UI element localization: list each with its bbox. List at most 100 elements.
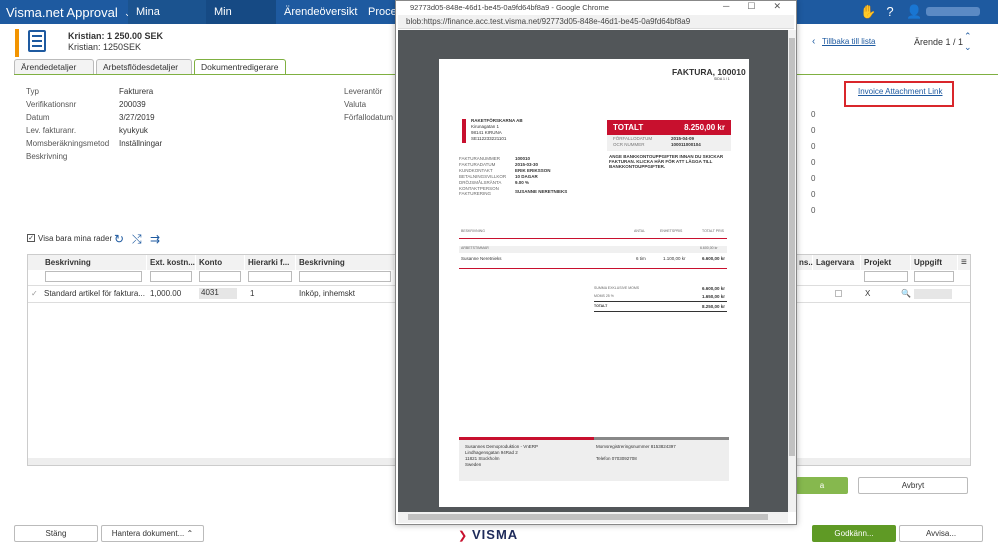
tab-arendedetaljer[interactable]: Ärendedetaljer xyxy=(14,59,94,75)
cell-lagervara-checkbox[interactable] xyxy=(835,290,842,297)
field-label-forfallodatum: Förfallodatum xyxy=(344,113,393,122)
close-button[interactable]: Stäng xyxy=(14,525,98,542)
filter-input-konto[interactable] xyxy=(199,271,241,282)
col-header-qty: ANTAL xyxy=(634,229,646,233)
maximize-icon[interactable]: ☐ xyxy=(747,1,755,11)
column-header-hierarki[interactable]: Hierarki f... xyxy=(245,255,295,270)
column-header-uppgift[interactable]: Uppgift xyxy=(911,255,957,270)
sum-rule xyxy=(594,311,727,312)
window-controls: ─ ☐ ✕ xyxy=(713,1,793,15)
filter-input-projekt[interactable] xyxy=(864,271,908,282)
truncated-value: 0 xyxy=(811,190,816,199)
filter-input-hierarki[interactable] xyxy=(248,271,292,282)
invoice-total-box: TOTALT 8.250,00 kr xyxy=(607,120,731,135)
cell-projekt[interactable]: X xyxy=(865,289,870,298)
cell-hierarki[interactable]: 1 xyxy=(250,289,254,298)
cell-beskrivning[interactable]: Standard artikel för faktura... xyxy=(44,289,145,298)
back-arrow-icon[interactable]: ‹ xyxy=(812,36,815,47)
pdf-horizontal-scroll-thumb[interactable] xyxy=(408,514,768,520)
cell-konto[interactable]: 4031 xyxy=(199,288,237,299)
field-label-leverantor: Leverantör xyxy=(344,87,383,96)
user-name-redacted[interactable] xyxy=(926,7,980,16)
hand-icon[interactable]: ✋ xyxy=(860,4,876,20)
column-header-konto[interactable]: Konto xyxy=(196,255,244,270)
document-icon xyxy=(28,30,46,52)
cell-beskrivning-2[interactable]: Inköp, inhemskt xyxy=(299,289,355,298)
show-my-rows-checkbox[interactable]: ✓ xyxy=(27,234,35,242)
truncated-value: 0 xyxy=(811,158,816,167)
total-label: TOTALT xyxy=(613,123,644,132)
truncated-value: 0 xyxy=(811,206,816,215)
footer-vat-number: Momsregistreringsnummer 8153824397 xyxy=(596,444,676,449)
bank-notice: ANGE BANKKONTOUPPGIFTER INNAN DU SKICKAR… xyxy=(609,154,724,169)
column-header-ext-kostnad[interactable]: Ext. kostn... xyxy=(147,255,195,270)
truncated-value: 0 xyxy=(811,142,816,151)
nav-tab-arendeoversikt[interactable]: Ärendeöversikt xyxy=(276,0,360,24)
field-value-datum: 3/27/2019 xyxy=(119,113,155,122)
truncated-value: 0 xyxy=(811,110,816,119)
status-accent-bar xyxy=(15,29,19,57)
app-title[interactable]: Visma.net Approval xyxy=(6,5,118,20)
refresh-icon[interactable]: ↻ xyxy=(114,232,124,246)
tab-dokumentredigerare[interactable]: Dokumentredigerare xyxy=(194,59,286,75)
sum-rule xyxy=(594,301,727,302)
footer-red-bar xyxy=(459,437,594,440)
manage-documents-button[interactable]: Hantera dokument... ⌃ xyxy=(101,525,204,542)
cell-ext-kostnad[interactable]: 1,000.00 xyxy=(150,289,181,298)
invoice-page-number: SIDA 1 / 1 xyxy=(714,77,730,81)
tab-arbetsflodesdetaljer[interactable]: Arbetsflödesdetaljer xyxy=(96,59,192,75)
cancel-button[interactable]: Avbryt xyxy=(858,477,968,494)
line-total: 6.600,00 kr xyxy=(702,256,726,261)
user-icon[interactable]: 👤 xyxy=(906,4,922,20)
column-header-beskrivning[interactable]: Beskrivning xyxy=(42,255,146,270)
select-all-column[interactable] xyxy=(28,255,42,270)
column-header-truncated[interactable]: ns... xyxy=(796,255,815,270)
pdf-vertical-scroll-thumb[interactable] xyxy=(789,38,795,456)
sender-vat: SE112233221101 xyxy=(471,136,507,141)
line-qty: 6 tim xyxy=(636,256,646,261)
show-my-rows-label: Visa bara mina rader xyxy=(38,234,113,243)
sum-value: 8.250,00 kr xyxy=(702,304,726,309)
column-header-beskrivning-2[interactable]: Beskrivning xyxy=(296,255,394,270)
ocr-value: 100011000104 xyxy=(671,142,701,147)
row-check-icon[interactable]: ✓ xyxy=(31,289,38,298)
column-header-projekt[interactable]: Projekt xyxy=(861,255,910,270)
column-header-lagervara[interactable]: Lagervara xyxy=(813,255,860,270)
sender-logo-bar xyxy=(462,119,466,143)
sum-value: 6.600,00 kr xyxy=(702,286,726,291)
popup-url-bar[interactable]: blob:https://finance.acc.test.visma.net/… xyxy=(398,15,794,29)
footer-country: Sweden xyxy=(465,462,482,467)
back-to-list-link[interactable]: Tillbaka till lista xyxy=(822,37,876,46)
minimize-icon[interactable]: ─ xyxy=(723,1,729,11)
ocr-label: OCR NUMMER xyxy=(613,142,645,147)
split-icon[interactable]: ⤭ xyxy=(132,232,142,247)
table-rule xyxy=(459,268,727,269)
approve-button[interactable]: Godkänn... xyxy=(812,525,896,542)
invoice-attachment-link[interactable]: Invoice Attachment Link xyxy=(858,87,943,96)
group-total: 6.600,00 kr xyxy=(700,246,718,250)
filter-input-beskrivning-2[interactable] xyxy=(299,271,391,282)
reject-button[interactable]: Avvisa... xyxy=(899,525,983,542)
chevron-down-icon[interactable]: ⌄ xyxy=(964,42,972,53)
sum-value: 1.650,00 kr xyxy=(702,294,726,299)
cell-uppgift[interactable] xyxy=(914,289,952,299)
field-label-datum: Datum xyxy=(26,113,50,122)
visma-logo-mark: ❯ xyxy=(458,530,468,542)
forward-icon[interactable]: ⇉ xyxy=(150,232,160,246)
search-icon[interactable]: 🔍 xyxy=(901,289,911,298)
filter-input-uppgift[interactable] xyxy=(914,271,954,282)
chevron-up-icon[interactable]: ⌃ xyxy=(964,31,972,42)
visma-logo: VISMA xyxy=(472,527,519,542)
filter-input-beskrivning[interactable] xyxy=(45,271,142,282)
save-button-partial[interactable]: a xyxy=(796,477,848,494)
nav-tab-mina-arenden[interactable]: Mina ärenden xyxy=(128,0,206,42)
column-menu-icon[interactable]: ≡ xyxy=(958,255,970,270)
case-title: Kristian: 1 250.00 SEK xyxy=(68,31,164,41)
chevron-up-icon: ⌃ xyxy=(186,529,194,538)
close-icon[interactable]: ✕ xyxy=(773,1,781,11)
help-icon[interactable]: ? xyxy=(882,4,898,20)
nav-tab-min-historik[interactable]: Min historik xyxy=(206,0,276,42)
group-row-bg xyxy=(459,246,727,253)
filter-input-ext-kostnad[interactable] xyxy=(150,271,192,282)
nav-tab-process[interactable]: Proces xyxy=(360,0,402,24)
